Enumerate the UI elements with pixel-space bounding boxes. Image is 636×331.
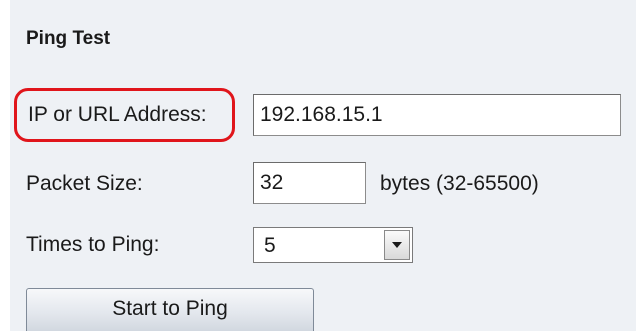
times-to-ping-select[interactable]: 5 [253, 227, 413, 263]
ip-address-input[interactable] [253, 94, 621, 136]
packet-size-label: Packet Size: [26, 172, 143, 195]
dropdown-arrow-button[interactable] [384, 230, 410, 260]
ip-address-label: IP or URL Address: [14, 88, 235, 142]
chevron-down-icon [392, 242, 402, 248]
times-to-ping-label: Times to Ping: [26, 233, 160, 256]
section-title: Ping Test [26, 28, 111, 49]
start-ping-button[interactable]: Start to Ping [26, 288, 314, 331]
packet-size-input[interactable] [253, 162, 366, 204]
packet-size-hint: bytes (32-65500) [380, 172, 539, 195]
times-to-ping-value: 5 [264, 234, 276, 257]
